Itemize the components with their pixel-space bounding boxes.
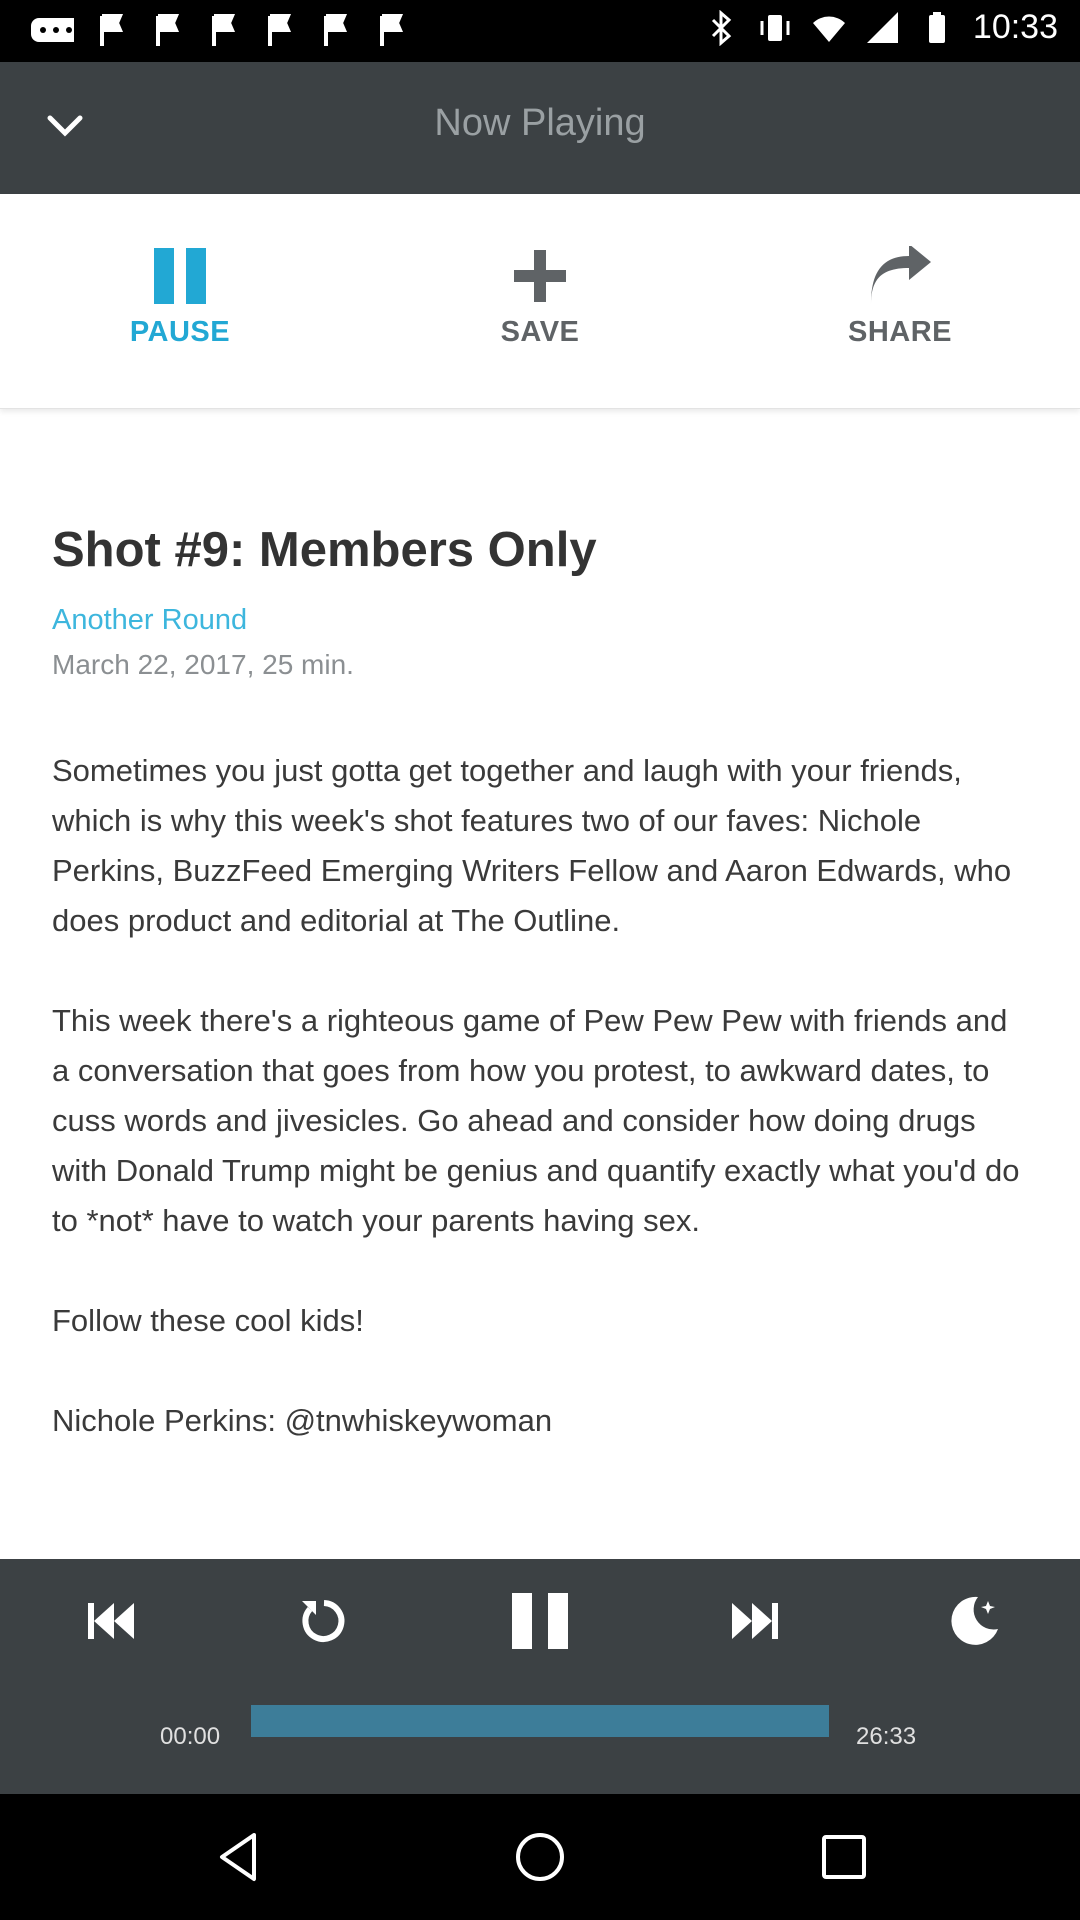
player-controls: 00:00 26:33 <box>0 1559 1080 1794</box>
flag-icon <box>212 14 236 46</box>
skip-next-icon[interactable] <box>726 1591 786 1651</box>
description-paragraph: Sometimes you just gotta get together an… <box>52 753 1012 938</box>
episode-meta: March 22, 2017, 25 min. <box>52 649 354 680</box>
flag-icon <box>324 14 348 46</box>
home-icon[interactable] <box>510 1827 570 1887</box>
pause-icon <box>154 248 206 304</box>
skip-previous-icon[interactable] <box>80 1591 140 1651</box>
wifi-icon <box>812 16 845 42</box>
flag-icon <box>380 14 404 46</box>
notification-icons <box>20 12 410 48</box>
save-button[interactable]: SAVE <box>440 246 640 349</box>
status-bar: 10:33 <box>0 0 1080 62</box>
seek-bar[interactable] <box>251 1705 829 1737</box>
save-label: SAVE <box>500 316 580 348</box>
pause-label: PAUSE <box>129 316 231 348</box>
share-button[interactable]: SHARE <box>800 246 1000 349</box>
flag-icon <box>268 14 292 46</box>
podcast-link[interactable]: Another Round <box>52 602 1032 638</box>
vibrate-icon <box>760 14 790 41</box>
share-label: SHARE <box>847 316 952 348</box>
flag-icon <box>156 14 180 46</box>
flag-icon <box>100 14 124 46</box>
back-icon[interactable] <box>208 1827 268 1887</box>
message-icon <box>31 18 74 42</box>
recents-icon[interactable] <box>814 1827 874 1887</box>
battery-icon <box>928 11 945 43</box>
now-playing-header: Now Playing <box>0 62 1080 194</box>
pause-button[interactable]: PAUSE <box>80 246 280 349</box>
progress-row: 00:00 26:33 <box>0 1705 1080 1765</box>
navigation-bar <box>0 1794 1080 1920</box>
description-paragraph: This week there's a righteous game of Pe… <box>52 1003 1020 1238</box>
duration-time: 26:33 <box>856 1723 917 1750</box>
plus-icon <box>514 250 566 302</box>
status-time: 10:33 <box>972 8 1058 46</box>
bluetooth-icon <box>711 9 732 46</box>
elapsed-time: 00:00 <box>160 1723 221 1750</box>
episode-actions: PAUSE SAVE SHARE <box>0 194 1080 409</box>
page-title: Now Playing <box>434 102 646 144</box>
description-paragraph: Follow these cool kids! <box>52 1303 364 1338</box>
description-paragraph: Nichole Perkins: @tnwhiskeywoman <box>52 1403 553 1438</box>
episode-description: Sometimes you just gotta get together an… <box>52 746 1032 1446</box>
pause-icon[interactable] <box>510 1591 570 1651</box>
sleep-timer-moon-icon[interactable] <box>944 1591 1004 1651</box>
share-arrow-icon <box>871 246 931 304</box>
system-icons: 10:33 <box>703 8 1058 47</box>
episode-title: Shot #9: Members Only <box>52 523 597 577</box>
seek-bar-fill <box>251 1705 829 1737</box>
replay-icon[interactable] <box>294 1591 354 1651</box>
episode-details: Shot #9: Members Only Another Round Marc… <box>52 520 1032 1496</box>
signal-icon <box>866 11 898 43</box>
